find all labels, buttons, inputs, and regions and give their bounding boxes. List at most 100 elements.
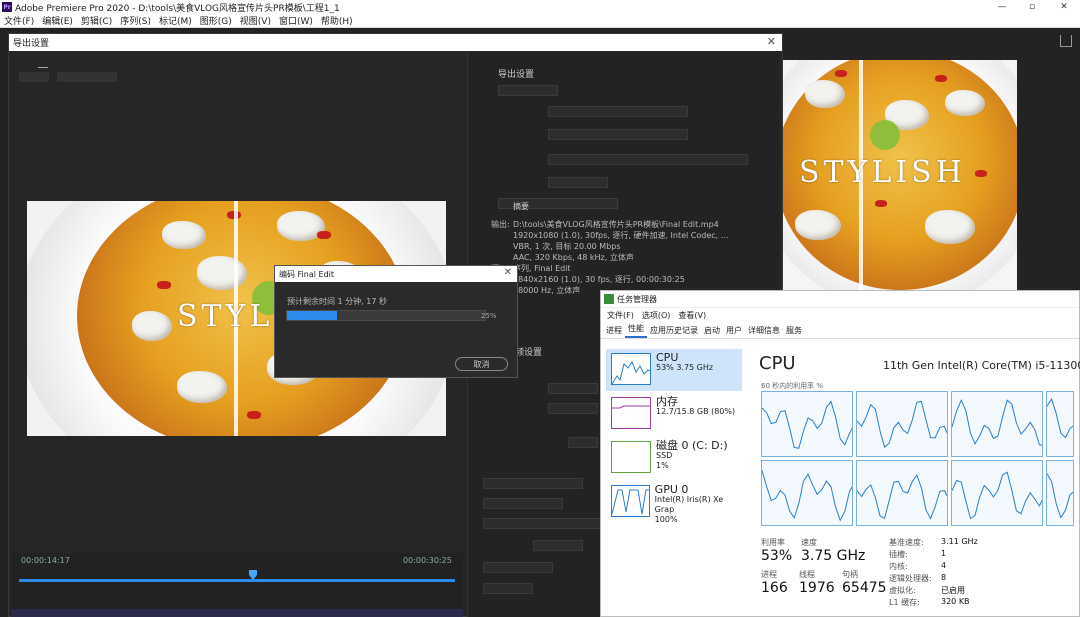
menu-clip[interactable]: 剪辑(C): [77, 14, 116, 27]
sidebar-gpu-sub1: Intel(R) Iris(R) Xe Grap: [654, 495, 724, 514]
sidebar-item-gpu[interactable]: GPU 0 Intel(R) Iris(R) Xe Grap 100%: [606, 481, 742, 524]
tab-services[interactable]: 服务: [783, 325, 805, 338]
tab-users[interactable]: 用户: [723, 325, 745, 338]
set-start-timecode-checkbox[interactable]: [483, 518, 613, 529]
sidebar-item-cpu[interactable]: CPU 53% 3.75 GHz: [606, 349, 742, 391]
menu-view[interactable]: 视图(V): [236, 14, 275, 27]
cpu-core-graph: [951, 460, 1043, 526]
cpu-core-graphs: [761, 391, 1080, 531]
use-previews-checkbox[interactable]: [483, 498, 563, 509]
program-monitor-preview: STYLISH: [775, 60, 1017, 293]
chili: [975, 170, 987, 177]
tab-details[interactable]: 详细信息: [745, 325, 783, 338]
menu-file[interactable]: 文件(F): [0, 14, 38, 27]
tm-menu-options[interactable]: 选项(O): [638, 310, 675, 321]
tm-menu-file[interactable]: 文件(F): [603, 310, 638, 321]
premiere-menubar: 文件(F) 编辑(E) 剪辑(C) 序列(S) 标记(M) 图形(G) 视图(V…: [0, 14, 1080, 28]
handle-label: 句柄: [842, 570, 858, 579]
height-field[interactable]: [548, 403, 598, 414]
menu-graphics[interactable]: 图形(G): [196, 14, 236, 27]
menu-sequence[interactable]: 序列(S): [116, 14, 155, 27]
chili: [875, 200, 887, 207]
kv-value: 1: [941, 549, 947, 558]
time-interpolation-dropdown[interactable]: [533, 540, 583, 551]
tab-startup[interactable]: 启动: [701, 325, 723, 338]
share-icon[interactable]: [1060, 35, 1072, 47]
memory-sparkline-graph: [612, 405, 650, 409]
chili: [317, 231, 331, 239]
task-manager-title: 任务管理器: [617, 294, 657, 304]
tab-output[interactable]: [37, 54, 48, 68]
close-icon[interactable]: ✕: [504, 267, 512, 278]
export-timeline: 00:00:14:17 00:00:30:25: [11, 553, 463, 617]
cpu-model: 11th Gen Intel(R) Core(TM) i5-11300H: [883, 359, 1080, 372]
comments-field[interactable]: [548, 154, 748, 165]
cpu-core-graph: [761, 391, 853, 457]
sidebar-gpu-sub2: 100%: [654, 515, 678, 524]
width-field[interactable]: [548, 383, 598, 394]
close-icon[interactable]: ✕: [1052, 0, 1076, 14]
sidebar-cpu-sub: 53% 3.75 GHz: [656, 363, 714, 372]
scaling-dropdown[interactable]: [57, 72, 117, 82]
cpu-core-graph: [1046, 460, 1074, 526]
maximize-icon[interactable]: ▫: [1020, 0, 1044, 14]
task-manager-menubar: 文件(F) 选项(O) 查看(V): [601, 308, 1079, 323]
sidebar-item-memory[interactable]: 内存 12.7/15.8 GB (80%): [606, 393, 742, 435]
output-label: 输出:: [491, 220, 510, 229]
summary-block: 输出: D:\tools\美食VLOG风格宣传片头PR模板\Final Edit…: [491, 219, 728, 296]
sidebar-item-disk[interactable]: 磁盘 0 (C: D:) SSD 1%: [606, 437, 742, 479]
herb: [870, 120, 900, 150]
output-name-link[interactable]: [548, 177, 608, 188]
cpu-graph-caption: 60 秒内的利用率 %: [761, 382, 824, 390]
fish-slice: [925, 210, 975, 244]
format-dropdown[interactable]: [548, 106, 688, 117]
frame-rate-dropdown[interactable]: [568, 437, 598, 448]
remaining-time: 预计剩余时间 1 分钟, 17 秒: [287, 297, 387, 306]
process-label: 进程: [761, 570, 777, 579]
export-dialog-titlebar: 导出设置 ✕: [9, 34, 782, 51]
chili: [157, 281, 171, 289]
output-line: D:\tools\美食VLOG风格宣传片头PR模板\Final Edit.mp4: [513, 220, 719, 229]
timeline-track[interactable]: [19, 579, 455, 582]
cancel-button[interactable]: 取消: [455, 357, 508, 371]
tab-source[interactable]: [21, 54, 24, 68]
task-manager-tabs: 进程 性能 应用历史记录 启动 用户 详细信息 服务: [601, 323, 1079, 339]
kv-key: 基准速度:: [889, 538, 924, 547]
tab-app-history[interactable]: 应用历史记录: [647, 325, 701, 338]
menu-help[interactable]: 帮助(H): [317, 14, 357, 27]
util-label: 利用率: [761, 538, 785, 547]
kv-value: 8: [941, 573, 947, 582]
premiere-logo-icon: Pr: [2, 2, 12, 12]
cpu-sparkline-graph: [612, 360, 650, 384]
export-dialog-title: 导出设置: [13, 39, 50, 49]
close-icon[interactable]: ✕: [767, 35, 776, 48]
tab-processes[interactable]: 进程: [603, 325, 625, 338]
cpu-core-graph: [856, 460, 948, 526]
overlay-text: STYLISH: [799, 155, 966, 190]
kv-key: 内核:: [889, 562, 908, 571]
menu-edit[interactable]: 编辑(E): [38, 14, 77, 27]
premiere-title: Adobe Premiere Pro 2020 - D:\tools\美食VLO…: [15, 3, 340, 14]
metadata-button[interactable]: [483, 583, 533, 594]
tm-menu-view[interactable]: 查看(V): [674, 310, 710, 321]
max-render-quality-checkbox[interactable]: [483, 478, 583, 489]
memory-sidebar-text: 内存 12.7/15.8 GB (80%): [656, 395, 736, 435]
kv-key: L1 缓存:: [889, 598, 920, 607]
speed-label: 速度: [801, 538, 817, 547]
cpu-core-graph: [1046, 391, 1074, 457]
cpu-heading: CPU: [759, 353, 796, 374]
summary-heading: 摘要: [513, 202, 529, 211]
tab-performance[interactable]: 性能: [625, 323, 647, 338]
thread-label: 线程: [799, 570, 815, 579]
sidebar-memory-name: 内存: [656, 395, 678, 408]
sidebar-gpu-name: GPU 0: [654, 483, 689, 496]
sidebar-memory-sub: 12.7/15.8 GB (80%): [656, 407, 736, 416]
source-line: 序列, Final Edit: [513, 264, 571, 273]
match-sequence-checkbox[interactable]: [498, 85, 558, 96]
preset-dropdown[interactable]: [548, 129, 688, 140]
menu-window[interactable]: 窗口(W): [275, 14, 317, 27]
fish-slice: [197, 256, 247, 290]
minimize-icon[interactable]: —: [990, 0, 1014, 14]
encoding-progress-fill: [287, 311, 337, 320]
menu-markers[interactable]: 标记(M): [155, 14, 196, 27]
